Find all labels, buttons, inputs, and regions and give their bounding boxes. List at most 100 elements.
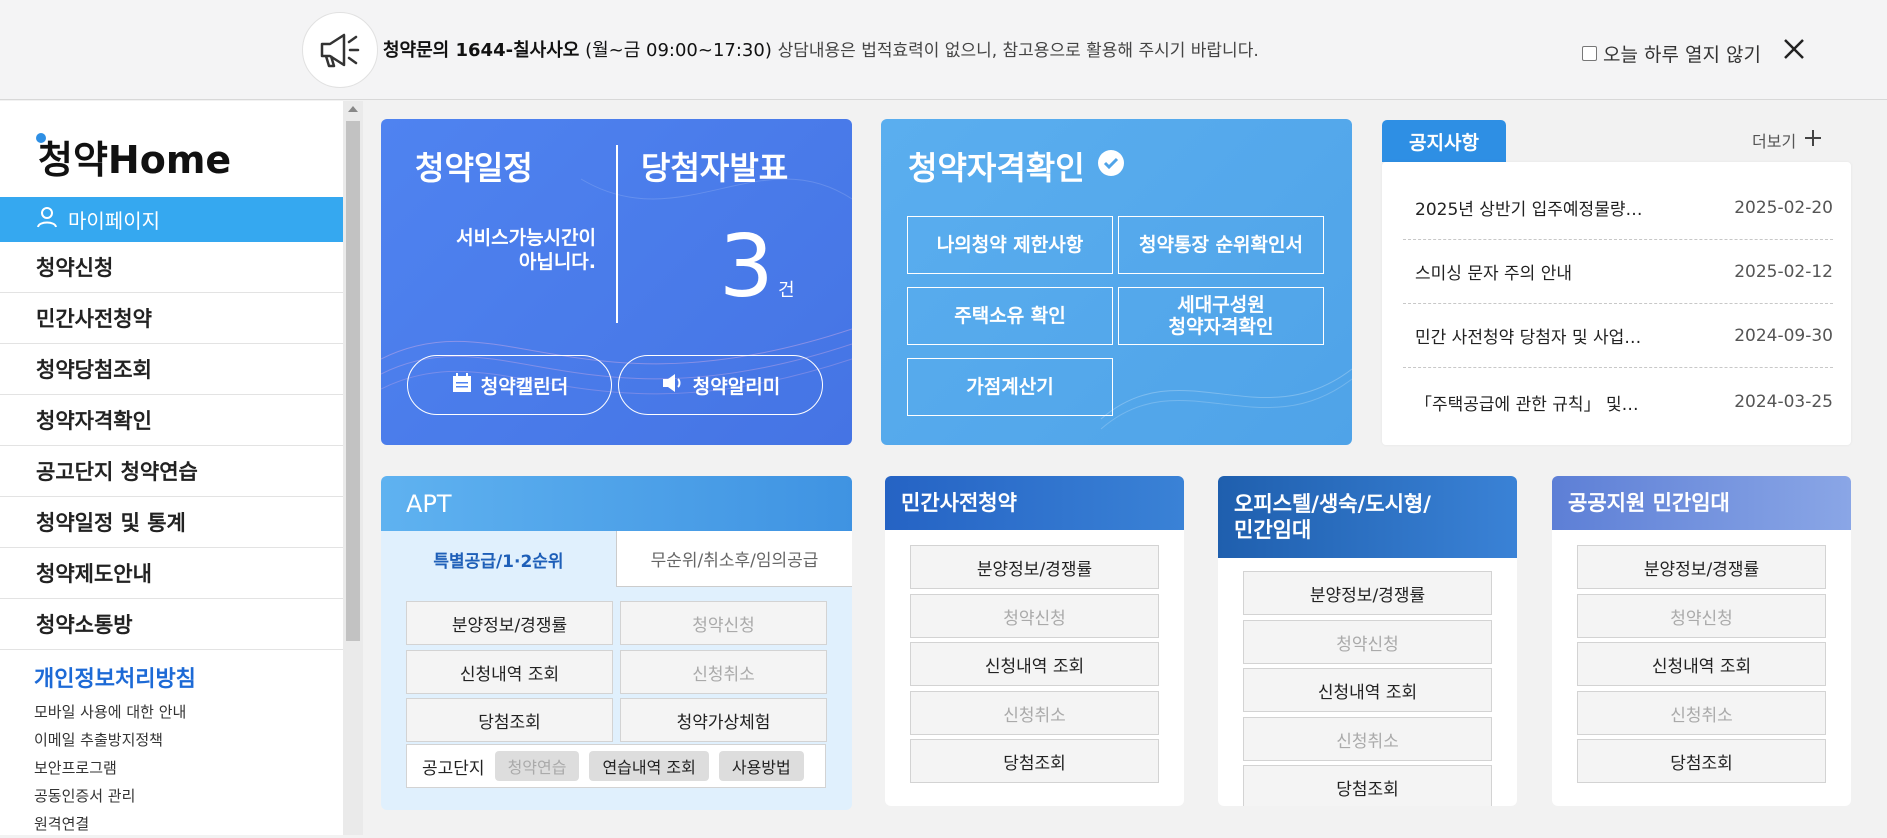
apt-apply-button[interactable]: 청약신청 [620,601,827,645]
scrollbar-thumb[interactable] [346,121,360,641]
schedule-card: 청약일정 당첨자발표 서비스가능시간이 아닙니다. 3 건 청약캘린더 청약알리… [381,119,852,445]
notice-row[interactable]: 민간 사전청약 당첨자 및 사업… 2024-09-30 [1403,304,1833,368]
mypage-button[interactable]: 마이페이지 [0,197,343,242]
notice-row[interactable]: 2025년 상반기 입주예정물량… 2025-02-20 [1403,176,1833,240]
sidebar-item-apply[interactable]: 청약신청 [0,242,343,293]
private-pre-card: 민간사전청약 분양정보/경쟁률 청약신청 신청내역 조회 신청취소 당첨조회 [885,476,1184,806]
megaphone-icon [302,12,378,88]
pp-win-check-button[interactable]: 당첨조회 [910,739,1159,783]
winner-count[interactable]: 3 [719,222,774,312]
pr-apply-button[interactable]: 청약신청 [1577,594,1826,638]
pp-supply-info-button[interactable]: 분양정보/경쟁률 [910,545,1159,589]
pp-apply-button[interactable]: 청약신청 [910,594,1159,638]
officetel-title-line1: 오피스텔/생숙/도시형/ [1234,492,1431,516]
close-icon[interactable] [1781,36,1807,62]
sidebar-item-practice[interactable]: 공고단지 청약연습 [0,446,343,497]
apt-title: APT [406,489,452,518]
sidebar-scrollbar[interactable] [343,101,363,835]
score-calculator-button[interactable]: 가점계산기 [907,358,1113,416]
my-restrictions-button[interactable]: 나의청약 제한사항 [907,216,1113,274]
tab-unranked[interactable]: 무순위/취소후/임의공급 [616,531,852,587]
sidebar-item-eligibility[interactable]: 청약자격확인 [0,395,343,446]
notice-date: 2025-02-20 [1734,197,1833,218]
eligibility-title[interactable]: 청약자격확인 [908,143,1125,189]
notice-row[interactable]: 스미싱 문자 주의 안내 2025-02-12 [1403,240,1833,304]
notice-title[interactable]: 스미싱 문자 주의 안내 [1415,259,1572,284]
mypage-label: 마이페이지 [68,209,160,233]
pr-cancel-button[interactable]: 신청취소 [1577,691,1826,735]
public-rental-card: 공공지원 민간임대 분양정보/경쟁률 청약신청 신청내역 조회 신청취소 당첨조… [1552,476,1851,806]
notice-title[interactable]: 민간 사전청약 당첨자 및 사업… [1415,323,1641,348]
of-apply-button[interactable]: 청약신청 [1243,620,1492,664]
schedule-title[interactable]: 청약일정 [415,143,533,189]
sidebar-item-communication[interactable]: 청약소통방 [0,599,343,650]
apt-cancel-button[interactable]: 신청취소 [620,650,827,694]
winners-title[interactable]: 당첨자발표 [641,143,788,189]
household-line1: 세대구성원 [1177,294,1265,316]
household-eligibility-button[interactable]: 세대구성원 청약자격확인 [1118,287,1324,345]
alarm-button-label: 청약알리미 [692,375,781,398]
svg-text:청약Home: 청약Home [38,138,231,182]
notice-text: 청약문의 1644-칠사사오 (월~금 09:00~17:30) 상담내용은 법… [383,36,1259,62]
privacy-policy-link[interactable]: 개인정보처리방침 [34,661,196,693]
dont-show-checkbox[interactable] [1582,46,1597,61]
sidebar-item-system-guide[interactable]: 청약제도안내 [0,548,343,599]
link-mobile-guide[interactable]: 모바일 사용에 대한 안내 [34,698,186,726]
apt-win-check-button[interactable]: 당첨조회 [406,698,613,742]
notice-row[interactable]: 「주택공급에 관한 규칙」 및… 2024-03-25 [1403,370,1833,434]
unavailable-line1: 서비스가능시간이 [456,227,596,249]
notice-date: 2025-02-12 [1734,261,1833,282]
practice-chip[interactable]: 청약연습 [494,751,580,781]
apt-foot-label: 공고단지 [422,758,485,779]
unavailable-line2: 아닙니다. [518,251,596,273]
divider [616,145,618,323]
calendar-button-label: 청약캘린더 [480,375,569,398]
house-ownership-button[interactable]: 주택소유 확인 [907,287,1113,345]
pr-history-button[interactable]: 신청내역 조회 [1577,642,1826,686]
sidebar-item-private-pre[interactable]: 민간사전청약 [0,293,343,344]
calendar-button[interactable]: 청약캘린더 [407,355,612,415]
practice-history-chip[interactable]: 연습내역 조회 [589,751,709,781]
link-remote[interactable]: 원격연결 [34,810,186,838]
sidebar-item-schedule-stats[interactable]: 청약일정 및 통계 [0,497,343,548]
officetel-card: 오피스텔/생숙/도시형/ 민간임대 분양정보/경쟁률 청약신청 신청내역 조회 … [1218,476,1517,806]
link-security-program[interactable]: 보안프로그램 [34,754,186,782]
disclaimer: 상담내용은 법적효력이 없으니, 참고용으로 활용해 주시기 바랍니다. [777,41,1259,61]
of-supply-info-button[interactable]: 분양정보/경쟁률 [1243,571,1492,615]
service-unavailable-text: 서비스가능시간이 아닙니다. [411,226,596,274]
apt-simulation-button[interactable]: 청약가상체험 [620,698,827,742]
apt-history-button[interactable]: 신청내역 조회 [406,650,613,694]
eligibility-title-text: 청약자격확인 [908,149,1085,187]
pp-history-button[interactable]: 신청내역 조회 [910,642,1159,686]
notice-date: 2024-09-30 [1734,325,1833,346]
logo[interactable]: 청약Home [34,129,254,187]
check-circle-icon [1097,147,1125,185]
of-history-button[interactable]: 신청내역 조회 [1243,668,1492,712]
pr-supply-info-button[interactable]: 분양정보/경쟁률 [1577,545,1826,589]
link-email-policy[interactable]: 이메일 추출방지정책 [34,726,186,754]
notice-date: 2024-03-25 [1734,392,1833,412]
apt-practice-bar: 공고단지 청약연습 연습내역 조회 사용방법 [406,744,826,788]
of-cancel-button[interactable]: 신청취소 [1243,717,1492,761]
pp-cancel-button[interactable]: 신청취소 [910,691,1159,735]
how-to-use-chip[interactable]: 사용방법 [718,751,804,781]
sidebar-item-win-check[interactable]: 청약당첨조회 [0,344,343,395]
eligibility-card: 청약자격확인 나의청약 제한사항 청약통장 순위확인서 주택소유 확인 세대구성… [881,119,1352,445]
notice-title[interactable]: 2025년 상반기 입주예정물량… [1415,195,1642,220]
of-win-check-button[interactable]: 당첨조회 [1243,765,1492,806]
account-rank-button[interactable]: 청약통장 순위확인서 [1118,216,1324,274]
apt-supply-info-button[interactable]: 분양정보/경쟁률 [406,601,613,645]
scroll-up-arrow[interactable] [348,106,358,112]
alarm-button[interactable]: 청약알리미 [618,355,823,415]
speaker-icon [661,372,685,399]
user-icon [36,206,58,233]
inquiry-number: 청약문의 1644-칠사사오 [383,40,580,61]
dont-show-today[interactable]: 오늘 하루 열지 않기 [1582,40,1761,67]
link-certificate[interactable]: 공동인증서 관리 [34,782,186,810]
pr-win-check-button[interactable]: 당첨조회 [1577,739,1826,783]
tab-special-supply[interactable]: 특별공급/1·2순위 [381,531,616,587]
tab-notices[interactable]: 공지사항 [1382,120,1506,162]
more-label: 더보기 [1752,132,1797,151]
notice-title[interactable]: 「주택공급에 관한 규칙」 및… [1415,390,1639,415]
more-link[interactable]: 더보기 [1752,128,1822,152]
